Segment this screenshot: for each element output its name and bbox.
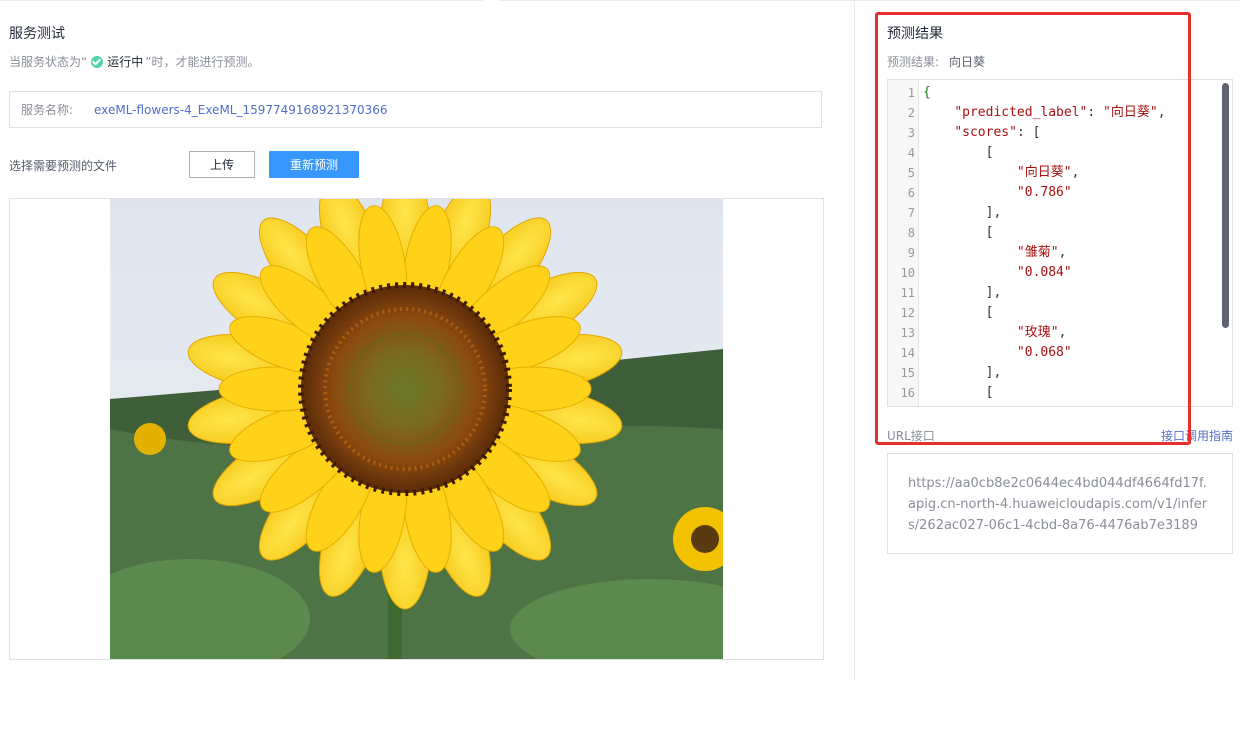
line-number-gutter: 1 2 3 4 5 6 7 8 9 10 11 12 13 14 15 16 bbox=[888, 80, 919, 406]
line-number: 1 bbox=[907, 86, 915, 100]
sunflower-photo bbox=[110, 199, 723, 659]
top-divider bbox=[0, 0, 1240, 1]
service-name-value: exeML-flowers-4_ExeML_159774916892137036… bbox=[94, 102, 388, 117]
prediction-result-value: 向日葵 bbox=[949, 55, 986, 69]
prediction-result-summary: 预测结果: 向日葵 bbox=[887, 53, 985, 70]
line-number: 16 bbox=[900, 386, 915, 400]
prediction-result-title: 预测结果 bbox=[887, 26, 943, 42]
repredict-button[interactable]: 重新预测 bbox=[269, 151, 359, 178]
select-file-label: 选择需要预测的文件 bbox=[9, 159, 118, 173]
code-line: { bbox=[923, 85, 931, 100]
prediction-result-label: 预测结果: bbox=[887, 55, 940, 69]
code-line: [ bbox=[985, 385, 994, 400]
check-circle-icon bbox=[91, 55, 104, 68]
line-number: 6 bbox=[907, 186, 915, 200]
upload-button[interactable]: 上传 bbox=[189, 151, 255, 178]
line-number: 4 bbox=[907, 146, 915, 160]
service-test-title: 服务测试 bbox=[9, 26, 65, 42]
code-line: "雏菊", bbox=[1016, 245, 1067, 260]
result-json-viewer[interactable]: 1 2 3 4 5 6 7 8 9 10 11 12 13 14 15 16 { "predicted_lab… bbox=[887, 79, 1233, 407]
line-number: 15 bbox=[900, 366, 915, 380]
hint-suffix: ”时，才能进行预测。 bbox=[145, 55, 260, 69]
line-number: 13 bbox=[900, 326, 915, 340]
code-scrollbar[interactable] bbox=[1222, 83, 1229, 328]
code-line: [ bbox=[985, 145, 994, 160]
top-divider-gap bbox=[483, 0, 499, 1]
code-line: "0.786" bbox=[1016, 185, 1072, 200]
code-line: [ bbox=[985, 305, 994, 320]
code-line: "0.084" bbox=[1016, 265, 1072, 280]
line-number: 10 bbox=[900, 266, 915, 280]
code-line: "predicted_label": "向日葵", bbox=[954, 105, 1166, 120]
line-number: 11 bbox=[900, 286, 915, 300]
line-number: 14 bbox=[900, 346, 915, 360]
line-number: 12 bbox=[900, 306, 915, 320]
code-line: ], bbox=[985, 365, 1002, 380]
api-guide-link[interactable]: 接口调用指南 bbox=[1161, 427, 1233, 444]
code-line: ], bbox=[985, 285, 1002, 300]
status-hint: 当服务状态为“ 运行中 ”时，才能进行预测。 bbox=[9, 53, 259, 70]
url-value-box[interactable]: https://aa0cb8e2c0644ec4bd044df4664fd17f… bbox=[887, 453, 1233, 554]
json-code: { "predicted_label": "向日葵", "scores": [ … bbox=[923, 80, 1218, 406]
panel-divider bbox=[854, 0, 855, 680]
service-name-label: 服务名称: bbox=[21, 103, 74, 117]
line-number: 3 bbox=[907, 126, 915, 140]
line-number: 7 bbox=[907, 206, 915, 220]
url-interface-label: URL接口 bbox=[887, 429, 935, 443]
code-line: "scores": [ bbox=[954, 125, 1041, 140]
code-line: [ bbox=[985, 225, 994, 240]
code-line: "向日葵", bbox=[1016, 165, 1080, 180]
service-name-field: 服务名称: exeML-flowers-4_ExeML_159774916892… bbox=[9, 91, 822, 128]
line-number: 2 bbox=[907, 106, 915, 120]
code-line: "0.068" bbox=[1016, 345, 1072, 360]
hint-status: 运行中 bbox=[107, 55, 144, 69]
hint-prefix: 当服务状态为“ bbox=[9, 55, 88, 69]
line-number: 9 bbox=[907, 246, 915, 260]
code-line: "玫瑰", bbox=[1016, 325, 1067, 340]
line-number: 5 bbox=[907, 166, 915, 180]
image-preview bbox=[9, 198, 824, 660]
line-number: 8 bbox=[907, 226, 915, 240]
code-line: ], bbox=[985, 205, 1002, 220]
